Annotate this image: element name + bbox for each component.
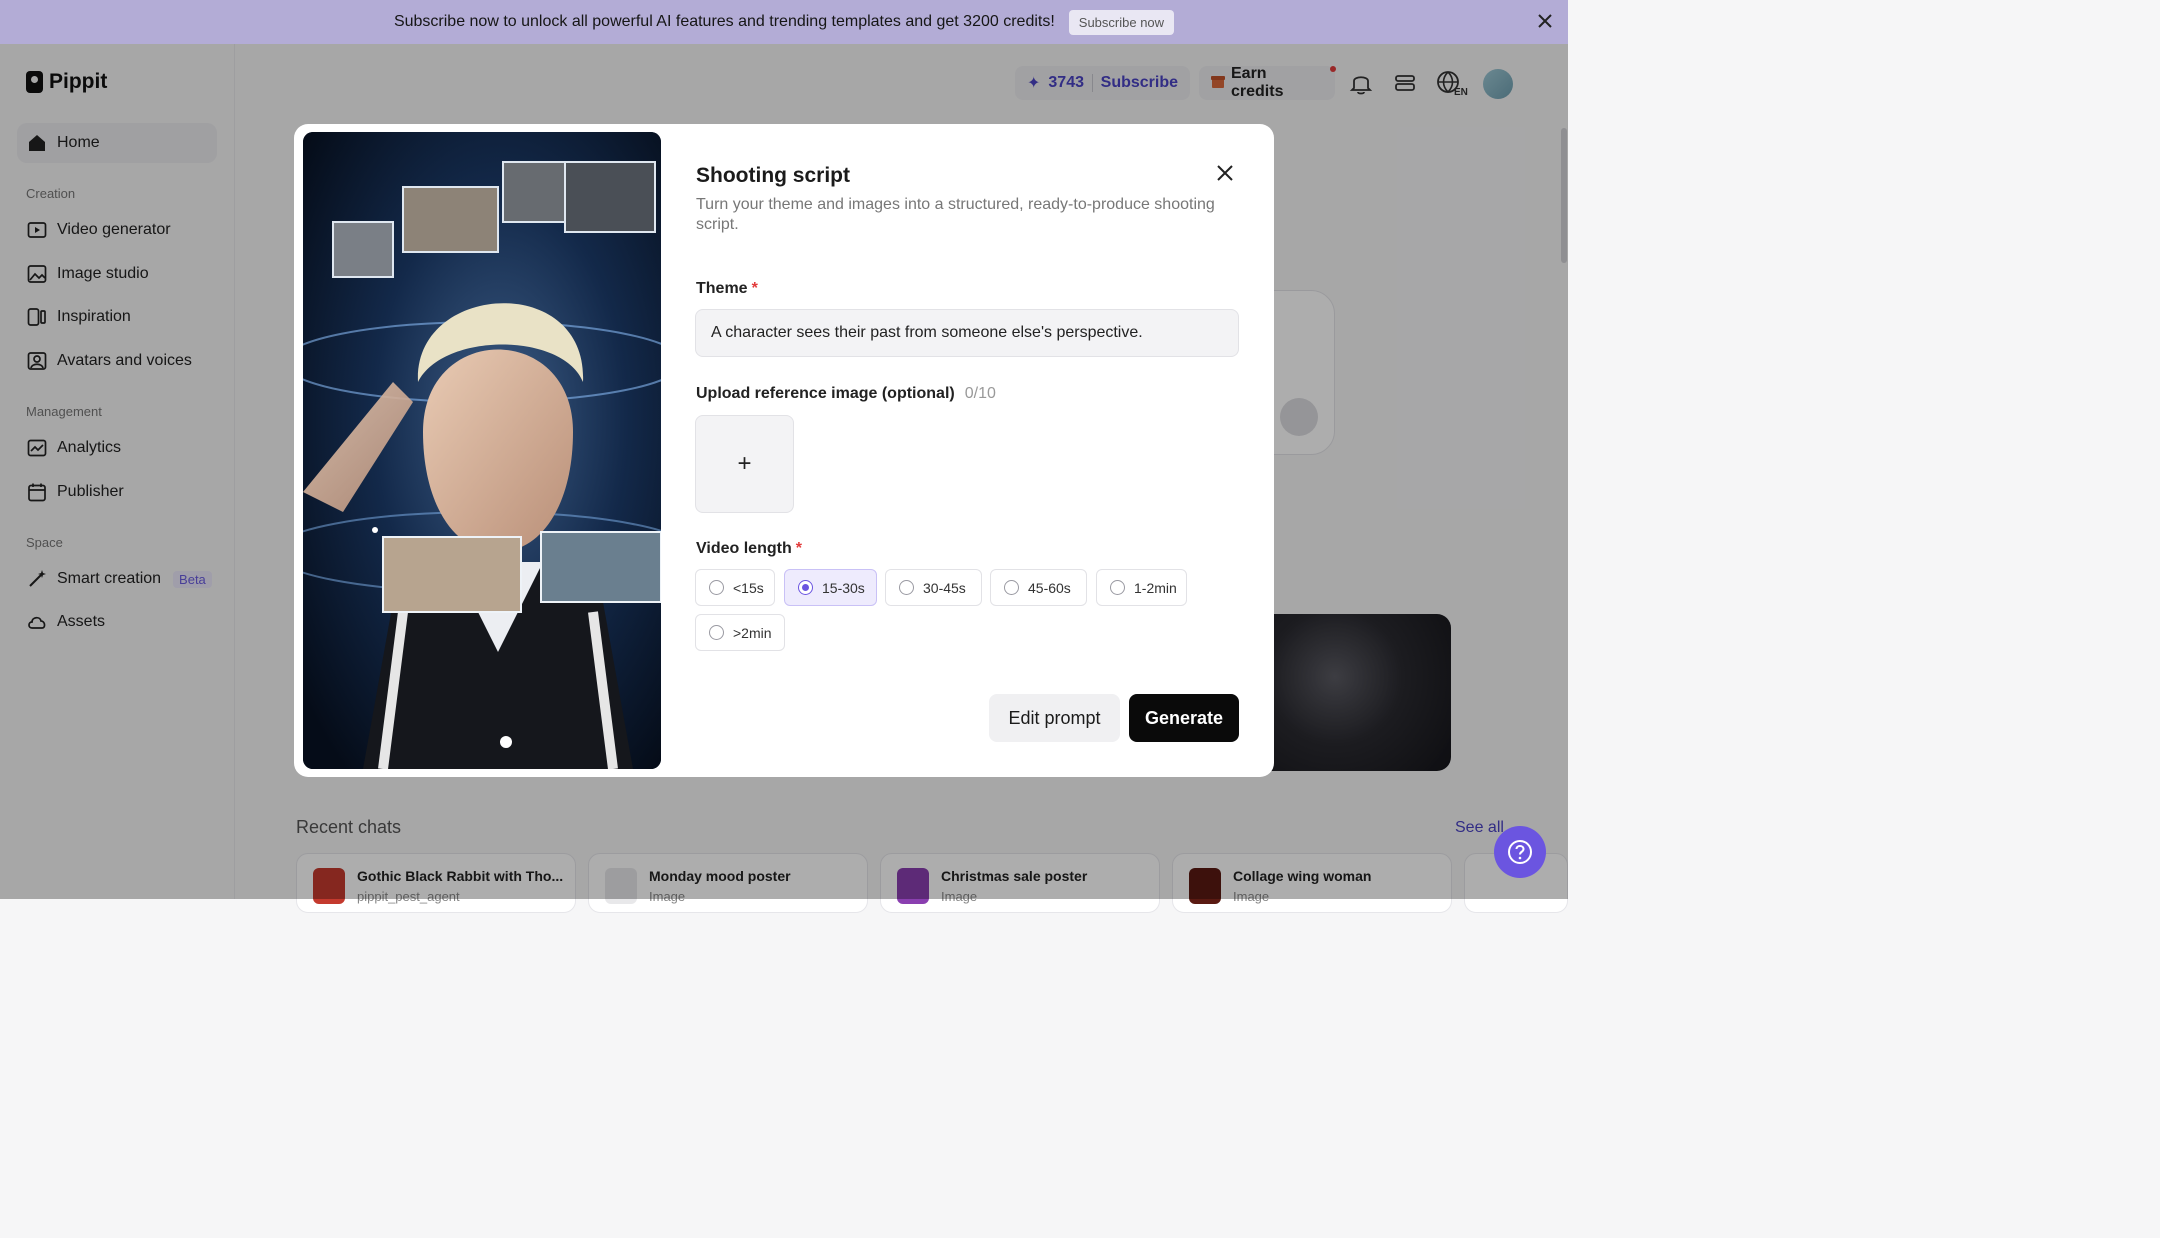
required-mark: * xyxy=(795,540,802,557)
length-option[interactable]: <15s xyxy=(695,569,775,606)
theme-label: Theme * xyxy=(696,280,758,298)
generate-button[interactable]: Generate xyxy=(1129,694,1239,742)
length-option-label: 45-60s xyxy=(1028,579,1071,596)
upload-label-text: Upload reference image (optional) xyxy=(696,385,955,402)
banner-text: Subscribe now to unlock all powerful AI … xyxy=(393,13,1055,30)
length-option-label: 30-45s xyxy=(923,579,966,596)
modal-title: Shooting script xyxy=(696,164,850,187)
radio-icon xyxy=(709,625,724,640)
hero-illustration xyxy=(303,132,661,769)
upload-image-button[interactable]: + xyxy=(695,415,794,513)
radio-icon xyxy=(798,580,813,595)
length-option-label: >2min xyxy=(733,624,772,641)
theme-label-text: Theme xyxy=(696,280,748,297)
video-length-label-text: Video length xyxy=(696,540,792,557)
promo-banner: Subscribe now to unlock all powerful AI … xyxy=(0,0,1568,44)
length-option[interactable]: 1-2min xyxy=(1096,569,1187,606)
modal-description: Turn your theme and images into a struct… xyxy=(696,196,1215,233)
video-length-label: Video length * xyxy=(696,540,802,558)
length-option[interactable]: 45-60s xyxy=(990,569,1087,606)
length-option[interactable]: 15-30s xyxy=(784,569,877,606)
length-option[interactable]: 30-45s xyxy=(885,569,982,606)
shooting-script-modal: Shooting script Turn your theme and imag… xyxy=(294,124,1274,777)
length-option-label: <15s xyxy=(733,579,764,596)
radio-icon xyxy=(1110,580,1125,595)
required-mark: * xyxy=(751,280,758,297)
length-option[interactable]: >2min xyxy=(695,614,785,651)
upload-label: Upload reference image (optional) 0/10 xyxy=(696,385,996,403)
upload-count: 0/10 xyxy=(964,385,996,402)
radio-icon xyxy=(899,580,914,595)
theme-input[interactable] xyxy=(695,309,1239,357)
radio-icon xyxy=(709,580,724,595)
banner-subscribe-button[interactable]: Subscribe now xyxy=(1068,9,1175,35)
close-icon[interactable] xyxy=(1536,12,1554,30)
radio-icon xyxy=(1004,580,1019,595)
length-option-label: 15-30s xyxy=(822,579,865,596)
edit-prompt-button[interactable]: Edit prompt xyxy=(989,694,1120,742)
length-option-label: 1-2min xyxy=(1134,579,1177,596)
help-icon xyxy=(1508,840,1532,864)
plus-icon: + xyxy=(737,450,752,477)
close-icon[interactable] xyxy=(1214,162,1236,184)
help-button[interactable] xyxy=(1494,826,1546,878)
